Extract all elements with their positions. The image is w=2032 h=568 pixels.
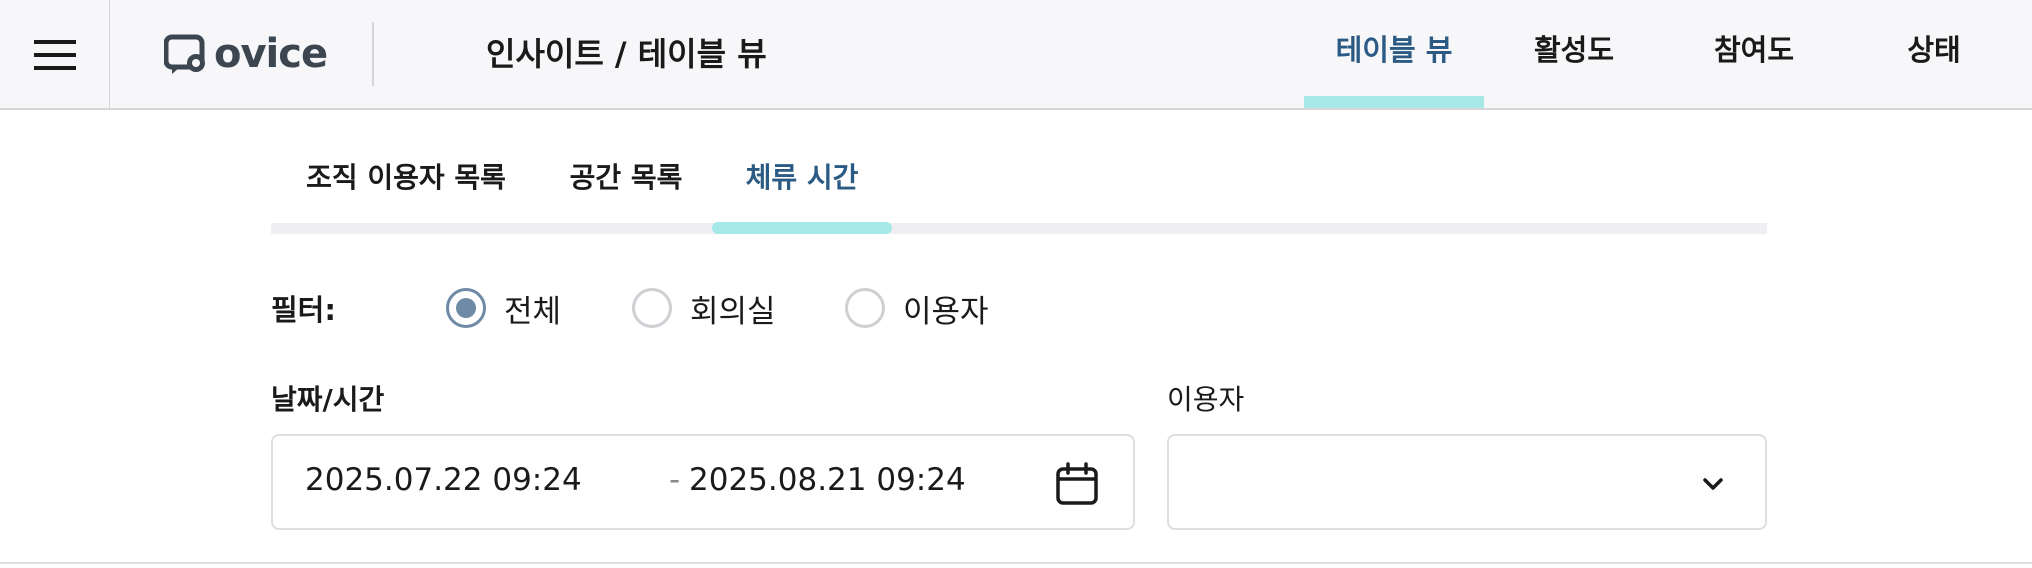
date-separator: - — [669, 462, 681, 498]
calendar-icon[interactable] — [1055, 462, 1099, 506]
subtab-stay-time[interactable]: 체류 시간 — [712, 140, 892, 234]
tab-active-indicator — [1304, 96, 1484, 108]
menu-button[interactable] — [0, 0, 110, 110]
user-select-dropdown[interactable] — [1167, 434, 1767, 530]
radio-user-circle[interactable] — [845, 288, 885, 328]
date-end-value: 2025.08.21 09:24 — [689, 462, 966, 498]
subtab-active-indicator — [712, 222, 892, 234]
tab-engagement[interactable]: 참여도 — [1664, 0, 1844, 110]
subtab-bar: 조직 이용자 목록 공간 목록 체류 시간 — [271, 140, 1767, 234]
top-bar: ovice 인사이트 / 테이블 뷰 테이블 뷰 활성도 참여도 상태 — [0, 0, 2032, 110]
tab-status[interactable]: 상태 — [1844, 0, 2024, 110]
user-select-label: 이용자 — [1167, 383, 1245, 416]
radio-meeting-room[interactable]: 회의실 — [632, 285, 776, 331]
radio-all-label: 전체 — [504, 293, 562, 330]
date-range-label: 날짜/시간 — [271, 383, 385, 416]
subtab-space-list[interactable]: 공간 목록 — [541, 140, 711, 234]
logo[interactable]: ovice — [164, 30, 328, 78]
tab-status-label: 상태 — [1907, 33, 1961, 67]
subtab-org-users[interactable]: 조직 이용자 목록 — [271, 140, 541, 234]
radio-user[interactable]: 이용자 — [845, 285, 989, 331]
logo-text: ovice — [214, 31, 328, 77]
subtab-org-users-label: 조직 이용자 목록 — [306, 161, 506, 194]
chevron-down-icon[interactable] — [1697, 468, 1729, 500]
tab-engagement-label: 참여도 — [1713, 33, 1795, 67]
breadcrumb: 인사이트 / 테이블 뷰 — [486, 35, 767, 73]
radio-user-label: 이용자 — [903, 293, 989, 330]
date-range-input[interactable]: 2025.07.22 09:24 - 2025.08.21 09:24 — [271, 434, 1135, 530]
tab-activity-label: 활성도 — [1533, 33, 1615, 67]
tab-table-view[interactable]: 테이블 뷰 — [1304, 0, 1484, 110]
tab-activity[interactable]: 활성도 — [1484, 0, 1664, 110]
header-divider — [372, 22, 374, 86]
tab-table-view-label: 테이블 뷰 — [1335, 33, 1453, 67]
hamburger-menu-icon — [33, 40, 76, 70]
ovice-logo-icon — [164, 34, 205, 74]
radio-meeting-room-label: 회의실 — [690, 293, 776, 330]
date-start-value: 2025.07.22 09:24 — [305, 462, 582, 498]
radio-all[interactable]: 전체 — [446, 285, 561, 331]
radio-meeting-room-circle[interactable] — [632, 288, 672, 328]
radio-all-circle[interactable] — [446, 288, 486, 328]
subtab-stay-time-label: 체류 시간 — [745, 161, 859, 194]
subtab-space-list-label: 공간 목록 — [569, 161, 683, 194]
content-divider — [0, 562, 2032, 564]
filter-label: 필터: — [271, 293, 336, 327]
